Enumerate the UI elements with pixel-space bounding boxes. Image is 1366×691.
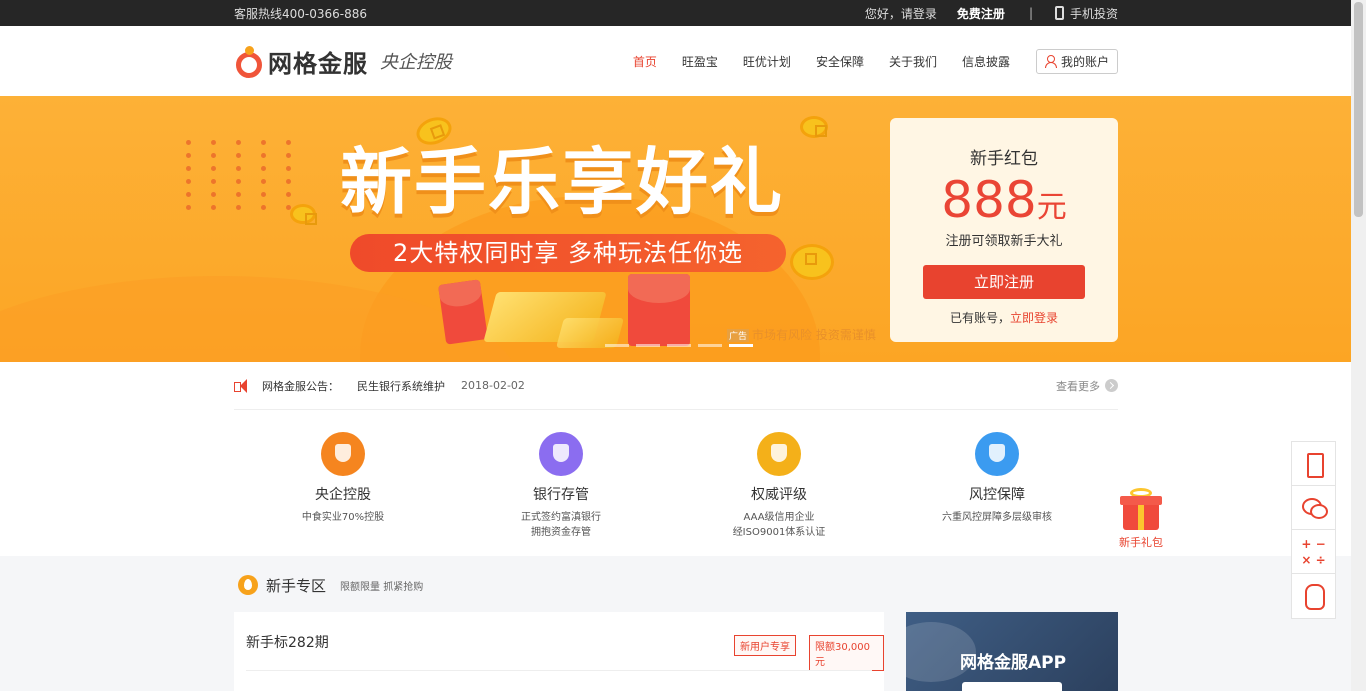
carousel-dot-active[interactable] xyxy=(729,344,753,347)
newbie-section-header: 新手专区 限额限量 抓紧抢购 xyxy=(0,556,1366,614)
promo-login-link[interactable]: 立即登录 xyxy=(1010,311,1058,325)
app-download-card[interactable]: 网格金服APP xyxy=(906,612,1118,691)
new-user-tag: 新用户专享 xyxy=(734,635,796,656)
medal-icon xyxy=(757,432,801,476)
top-bar: 客服热线400-0366-886 您好，请登录 免费注册 | 手机投资 xyxy=(0,0,1366,26)
newbie-promo-card: 新手红包 888元 注册可领取新手大礼 立即注册 已有账号，立即登录 xyxy=(890,118,1118,342)
mobile-phone-icon xyxy=(1054,5,1064,20)
promo-amount-value: 888 xyxy=(941,171,1037,229)
risk-note: 广告 市场有风险 投资需谨慎 xyxy=(727,326,876,343)
nav-about-us[interactable]: 关于我们 xyxy=(889,53,937,70)
announcement-bar: 网格金服公告： 民生银行系统维护 2018-02-02 查看更多 xyxy=(0,362,1366,410)
login-link[interactable]: 您好，请登录 xyxy=(865,5,937,22)
red-envelope-icon xyxy=(438,279,488,345)
announcement-item[interactable]: 民生银行系统维护 xyxy=(357,378,445,394)
site-header: 网格金服 央企控股 首页 旺盈宝 旺优计划 安全保障 关于我们 信息披露 我的账… xyxy=(0,26,1366,96)
coin-icon xyxy=(790,244,834,280)
gift-label: 新手礼包 xyxy=(1119,536,1163,549)
carousel-dot[interactable] xyxy=(698,344,722,347)
banner-headline: 新手乐享好礼 xyxy=(340,140,785,224)
nav-disclosure[interactable]: 信息披露 xyxy=(962,53,1010,70)
calculator-icon[interactable]: + − × ÷ xyxy=(1292,530,1335,574)
promo-title: 新手红包 xyxy=(970,149,1038,169)
divider xyxy=(246,670,872,671)
promo-amount: 888元 xyxy=(890,173,1118,228)
coin-icon xyxy=(800,116,828,138)
section-subtitle: 限额限量 抓紧抢购 xyxy=(340,581,424,593)
wechat-icon[interactable] xyxy=(1292,486,1335,530)
promo-login-prefix: 已有账号， xyxy=(949,311,1010,325)
announcement-date: 2018-02-02 xyxy=(461,379,525,392)
my-account-button[interactable]: 我的账户 xyxy=(1035,48,1118,74)
mobile-invest-link[interactable]: 手机投资 xyxy=(1054,5,1118,22)
promo-description: 注册可领取新手大礼 xyxy=(945,234,1063,249)
section-title: 新手专区 xyxy=(266,576,327,595)
logo-text: 网格金服 xyxy=(268,49,368,78)
feature-item: 央企控股 中食实业70%控股 xyxy=(234,410,452,556)
promo-amount-unit: 元 xyxy=(1036,190,1067,225)
feature-desc: 六重风控屏障多层级审核 xyxy=(942,512,1052,523)
main-nav: 首页 旺盈宝 旺优计划 安全保障 关于我们 信息披露 我的账户 xyxy=(608,48,1118,74)
banner-ribbon: 2大特权同时享 多种玩法任你选 xyxy=(350,234,786,272)
feature-name: 央企控股 xyxy=(315,487,371,503)
limit-tag: 限额30,000元 xyxy=(809,635,884,671)
feature-name: 银行存管 xyxy=(533,487,589,503)
logo-mark-icon xyxy=(234,46,264,78)
gift-box-icon xyxy=(1120,496,1162,530)
banner-dot-pattern xyxy=(186,140,311,210)
feature-desc: 中食实业70%控股 xyxy=(301,512,385,523)
carousel-dot[interactable] xyxy=(605,344,629,347)
newbie-gift-widget[interactable]: 新手礼包 xyxy=(1110,484,1172,550)
user-icon xyxy=(1044,55,1057,68)
scrollbar-thumb[interactable] xyxy=(1354,2,1363,217)
mobile-invest-label: 手机投资 xyxy=(1069,6,1118,21)
carousel-indicators xyxy=(605,344,753,347)
top-separator: | xyxy=(1028,6,1033,20)
page-scrollbar[interactable] xyxy=(1351,0,1366,691)
view-more-link[interactable]: 查看更多 xyxy=(1056,378,1118,394)
coin-icon xyxy=(290,204,317,225)
promo-login-line: 已有账号，立即登录 xyxy=(890,309,1118,326)
feature-item: 风控保障 六重风控屏障多层级审核 xyxy=(888,410,1106,556)
hotline-text: 客服热线400-0366-886 xyxy=(234,6,368,21)
logo-subtitle: 央企控股 xyxy=(380,52,452,73)
risk-note-text: 市场有风险 投资需谨慎 xyxy=(752,328,876,342)
nav-wangyou-plan[interactable]: 旺优计划 xyxy=(743,53,791,70)
flame-icon xyxy=(238,575,258,595)
hero-banner[interactable]: 新手乐享好礼 2大特权同时享 多种玩法任你选 广告 市场有风险 投资需谨慎 新手红… xyxy=(0,96,1366,362)
site-logo[interactable]: 网格金服 央企控股 xyxy=(234,44,452,79)
side-toolbar: + − × ÷ xyxy=(1291,441,1336,619)
carousel-dot[interactable] xyxy=(636,344,660,347)
calculator-glyph: + − × ÷ xyxy=(1301,537,1326,567)
view-more-label: 查看更多 xyxy=(1056,379,1100,393)
nav-security[interactable]: 安全保障 xyxy=(816,53,864,70)
app-card-title: 网格金服APP xyxy=(960,653,1067,673)
top-links: 您好，请登录 免费注册 | 手机投资 xyxy=(845,5,1118,22)
nav-wangyingbao[interactable]: 旺盈宝 xyxy=(682,53,718,70)
nav-home[interactable]: 首页 xyxy=(633,53,657,70)
carousel-dot[interactable] xyxy=(667,344,691,347)
feature-desc: 正式签约富滇银行 拥抱资金存管 xyxy=(521,512,601,538)
qq-icon[interactable] xyxy=(1292,574,1335,618)
coins-stack-icon xyxy=(321,432,365,476)
ad-tag: 广告 xyxy=(727,329,750,342)
product-name[interactable]: 新手标282期 xyxy=(246,632,329,652)
shield-star-icon xyxy=(539,432,583,476)
shield-icon xyxy=(975,432,1019,476)
my-account-label: 我的账户 xyxy=(1060,54,1109,69)
free-register-link[interactable]: 免费注册 xyxy=(957,5,1005,22)
feature-desc: AAA级信用企业 经ISO9001体系认证 xyxy=(732,512,826,538)
feature-item: 权威评级 AAA级信用企业 经ISO9001体系认证 xyxy=(670,410,888,556)
product-card[interactable]: 新手标282期 新用户专享 限额30,000元 xyxy=(234,612,884,691)
app-download-button[interactable] xyxy=(962,682,1062,691)
feature-name: 风控保障 xyxy=(969,487,1025,503)
announcement-label: 网格金服公告： xyxy=(262,379,339,393)
mobile-app-icon[interactable] xyxy=(1292,442,1335,486)
register-now-button[interactable]: 立即注册 xyxy=(923,265,1085,299)
red-envelope-icon xyxy=(628,274,690,346)
speaker-icon xyxy=(234,378,254,393)
chevron-right-icon xyxy=(1105,379,1118,392)
feature-item: 银行存管 正式签约富滇银行 拥抱资金存管 xyxy=(452,410,670,556)
feature-name: 权威评级 xyxy=(751,487,807,503)
